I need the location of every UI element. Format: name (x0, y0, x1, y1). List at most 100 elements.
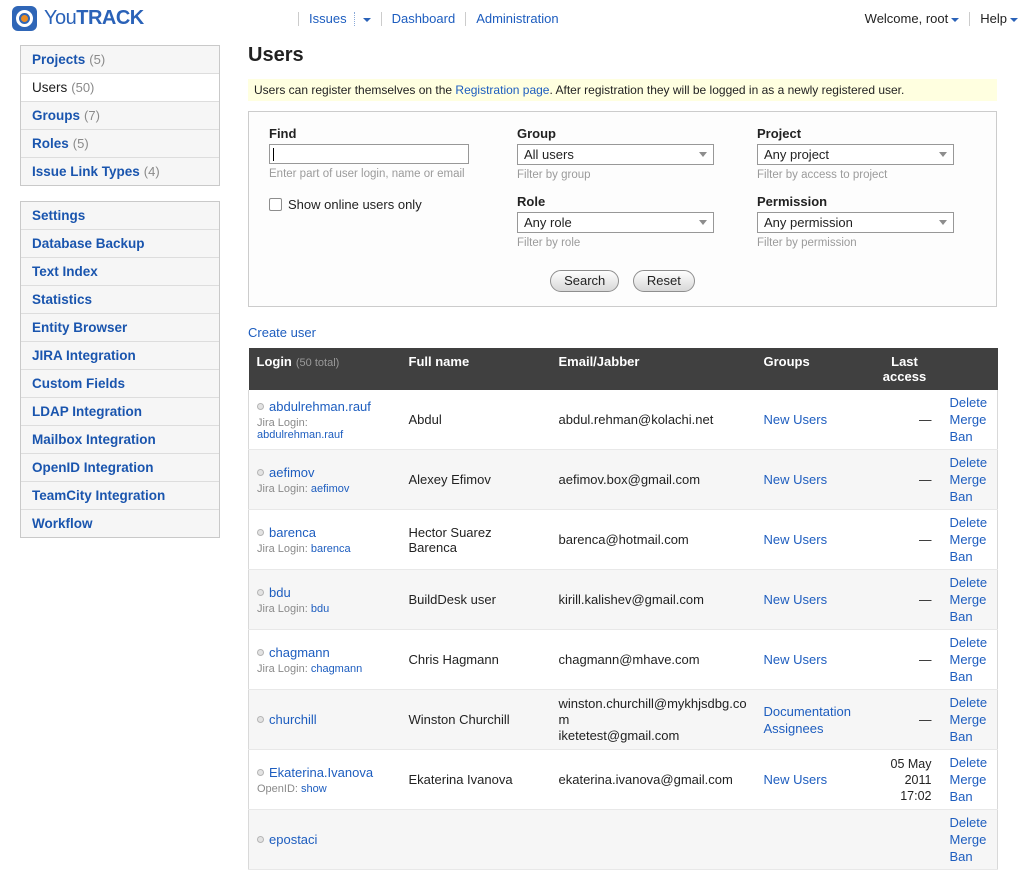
user-login-link[interactable]: chagmann (269, 645, 330, 660)
group-link[interactable]: New Users (764, 592, 828, 607)
user-login-link[interactable]: abdulrehman.rauf (269, 399, 371, 414)
email-value: winston.churchill@mykhjsdbg.com (559, 696, 748, 728)
col-header-actions (942, 348, 998, 390)
ban-link[interactable]: Ban (950, 608, 990, 625)
ban-link[interactable]: Ban (950, 428, 990, 445)
full-name-cell: Abdul (401, 390, 551, 450)
help-dropdown-icon[interactable] (1010, 18, 1018, 22)
delete-link[interactable]: Delete (950, 454, 990, 471)
sidebar-item-roles[interactable]: Roles(5) (21, 129, 219, 157)
search-button[interactable]: Search (550, 270, 619, 292)
permission-select[interactable]: Any permission (757, 212, 954, 233)
group-select[interactable]: All users (517, 144, 714, 165)
delete-link[interactable]: Delete (950, 514, 990, 531)
user-login-link[interactable]: Ekaterina.Ivanova (269, 765, 373, 780)
issues-dropdown-icon[interactable] (363, 18, 371, 22)
ban-link[interactable]: Ban (950, 788, 990, 805)
user-login-link[interactable]: churchill (269, 712, 317, 727)
email-cell: kirill.kalishev@gmail.com (551, 570, 756, 630)
login-cell: Ekaterina.Ivanova OpenID: show (249, 750, 401, 810)
text-caret (273, 148, 274, 161)
user-sub-link[interactable]: bdu (311, 603, 329, 615)
ban-link[interactable]: Ban (950, 668, 990, 685)
group-link[interactable]: New Users (764, 772, 828, 787)
user-login-link[interactable]: bdu (269, 585, 291, 600)
sidebar-item-database-backup[interactable]: Database Backup (21, 229, 219, 257)
sidebar-item-groups[interactable]: Groups(7) (21, 101, 219, 129)
user-sub-link[interactable]: aefimov (311, 483, 350, 495)
delete-link[interactable]: Delete (950, 754, 990, 771)
show-online-checkbox[interactable] (269, 198, 282, 211)
user-login-link[interactable]: barenca (269, 525, 316, 540)
filter-col-find: Find Enter part of user login, name or e… (269, 126, 517, 262)
user-sub-link[interactable]: chagmann (311, 663, 362, 675)
last-access-cell: — (868, 390, 942, 450)
chevron-down-icon (699, 152, 707, 157)
merge-link[interactable]: Merge (950, 831, 990, 848)
sidebar-item-entity-browser[interactable]: Entity Browser (21, 313, 219, 341)
sidebar-item-users[interactable]: Users(50) (21, 73, 219, 101)
delete-link[interactable]: Delete (950, 394, 990, 411)
sidebar-item-openid-integration[interactable]: OpenID Integration (21, 453, 219, 481)
sidebar-item-projects[interactable]: Projects(5) (21, 46, 219, 73)
groups-cell: New Users (756, 390, 868, 450)
sidebar-item-jira-integration[interactable]: JIRA Integration (21, 341, 219, 369)
merge-link[interactable]: Merge (950, 591, 990, 608)
sidebar-item-teamcity-integration[interactable]: TeamCity Integration (21, 481, 219, 509)
merge-link[interactable]: Merge (950, 651, 990, 668)
nav-administration[interactable]: Administration (476, 11, 558, 26)
group-link[interactable]: New Users (764, 472, 828, 487)
role-select[interactable]: Any role (517, 212, 714, 233)
login-cell: chagmann Jira Login: chagmann (249, 630, 401, 690)
nav-issues[interactable]: Issues (309, 11, 347, 26)
sidebar-item-issue-link-types[interactable]: Issue Link Types(4) (21, 157, 219, 185)
ban-link[interactable]: Ban (950, 848, 990, 865)
login-cell: bdu Jira Login: bdu (249, 570, 401, 630)
user-status-icon (257, 529, 264, 536)
project-select[interactable]: Any project (757, 144, 954, 165)
col-header-email: Email/Jabber (551, 348, 756, 390)
youtrack-logo[interactable]: YouTRACK (12, 6, 144, 31)
user-row: abdulrehman.rauf Jira Login: abdulrehman… (249, 390, 998, 450)
group-link[interactable]: New Users (764, 652, 828, 667)
find-input[interactable] (269, 144, 469, 164)
sidebar-item-mailbox-integration[interactable]: Mailbox Integration (21, 425, 219, 453)
help-menu-link[interactable]: Help (980, 11, 1007, 26)
delete-link[interactable]: Delete (950, 574, 990, 591)
user-sub-link[interactable]: abdulrehman.rauf (257, 429, 343, 441)
ban-link[interactable]: Ban (950, 728, 990, 745)
sidebar-group-entities: Projects(5) Users(50) Groups(7) Roles(5)… (20, 45, 220, 186)
user-login-link[interactable]: epostaci (269, 832, 317, 847)
sidebar-item-custom-fields[interactable]: Custom Fields (21, 369, 219, 397)
sidebar-item-ldap-integration[interactable]: LDAP Integration (21, 397, 219, 425)
create-user-link[interactable]: Create user (248, 325, 316, 340)
merge-link[interactable]: Merge (950, 531, 990, 548)
delete-link[interactable]: Delete (950, 694, 990, 711)
merge-link[interactable]: Merge (950, 411, 990, 428)
merge-link[interactable]: Merge (950, 771, 990, 788)
user-sub-link[interactable]: show (301, 783, 327, 795)
actions-cell: DeleteMergeBan (942, 630, 998, 690)
group-link[interactable]: New Users (764, 412, 828, 427)
user-sub-link[interactable]: barenca (311, 543, 351, 555)
reset-button[interactable]: Reset (633, 270, 695, 292)
delete-link[interactable]: Delete (950, 634, 990, 651)
sidebar-item-settings[interactable]: Settings (21, 202, 219, 229)
login-cell: abdulrehman.rauf Jira Login: abdulrehman… (249, 390, 401, 450)
registration-page-link[interactable]: Registration page (455, 83, 549, 97)
sidebar-item-workflow[interactable]: Workflow (21, 509, 219, 537)
user-dropdown-icon[interactable] (951, 18, 959, 22)
group-link[interactable]: New Users (764, 532, 828, 547)
sidebar-item-text-index[interactable]: Text Index (21, 257, 219, 285)
delete-link[interactable]: Delete (950, 814, 990, 831)
ban-link[interactable]: Ban (950, 488, 990, 505)
user-login-link[interactable]: aefimov (269, 465, 315, 480)
merge-link[interactable]: Merge (950, 471, 990, 488)
user-menu-link[interactable]: root (926, 11, 948, 26)
group-link[interactable]: Documentation Assignees (764, 704, 851, 736)
nav-dashboard[interactable]: Dashboard (392, 11, 456, 26)
user-row: chagmann Jira Login: chagmann Chris Hagm… (249, 630, 998, 690)
sidebar-item-statistics[interactable]: Statistics (21, 285, 219, 313)
ban-link[interactable]: Ban (950, 548, 990, 565)
merge-link[interactable]: Merge (950, 711, 990, 728)
